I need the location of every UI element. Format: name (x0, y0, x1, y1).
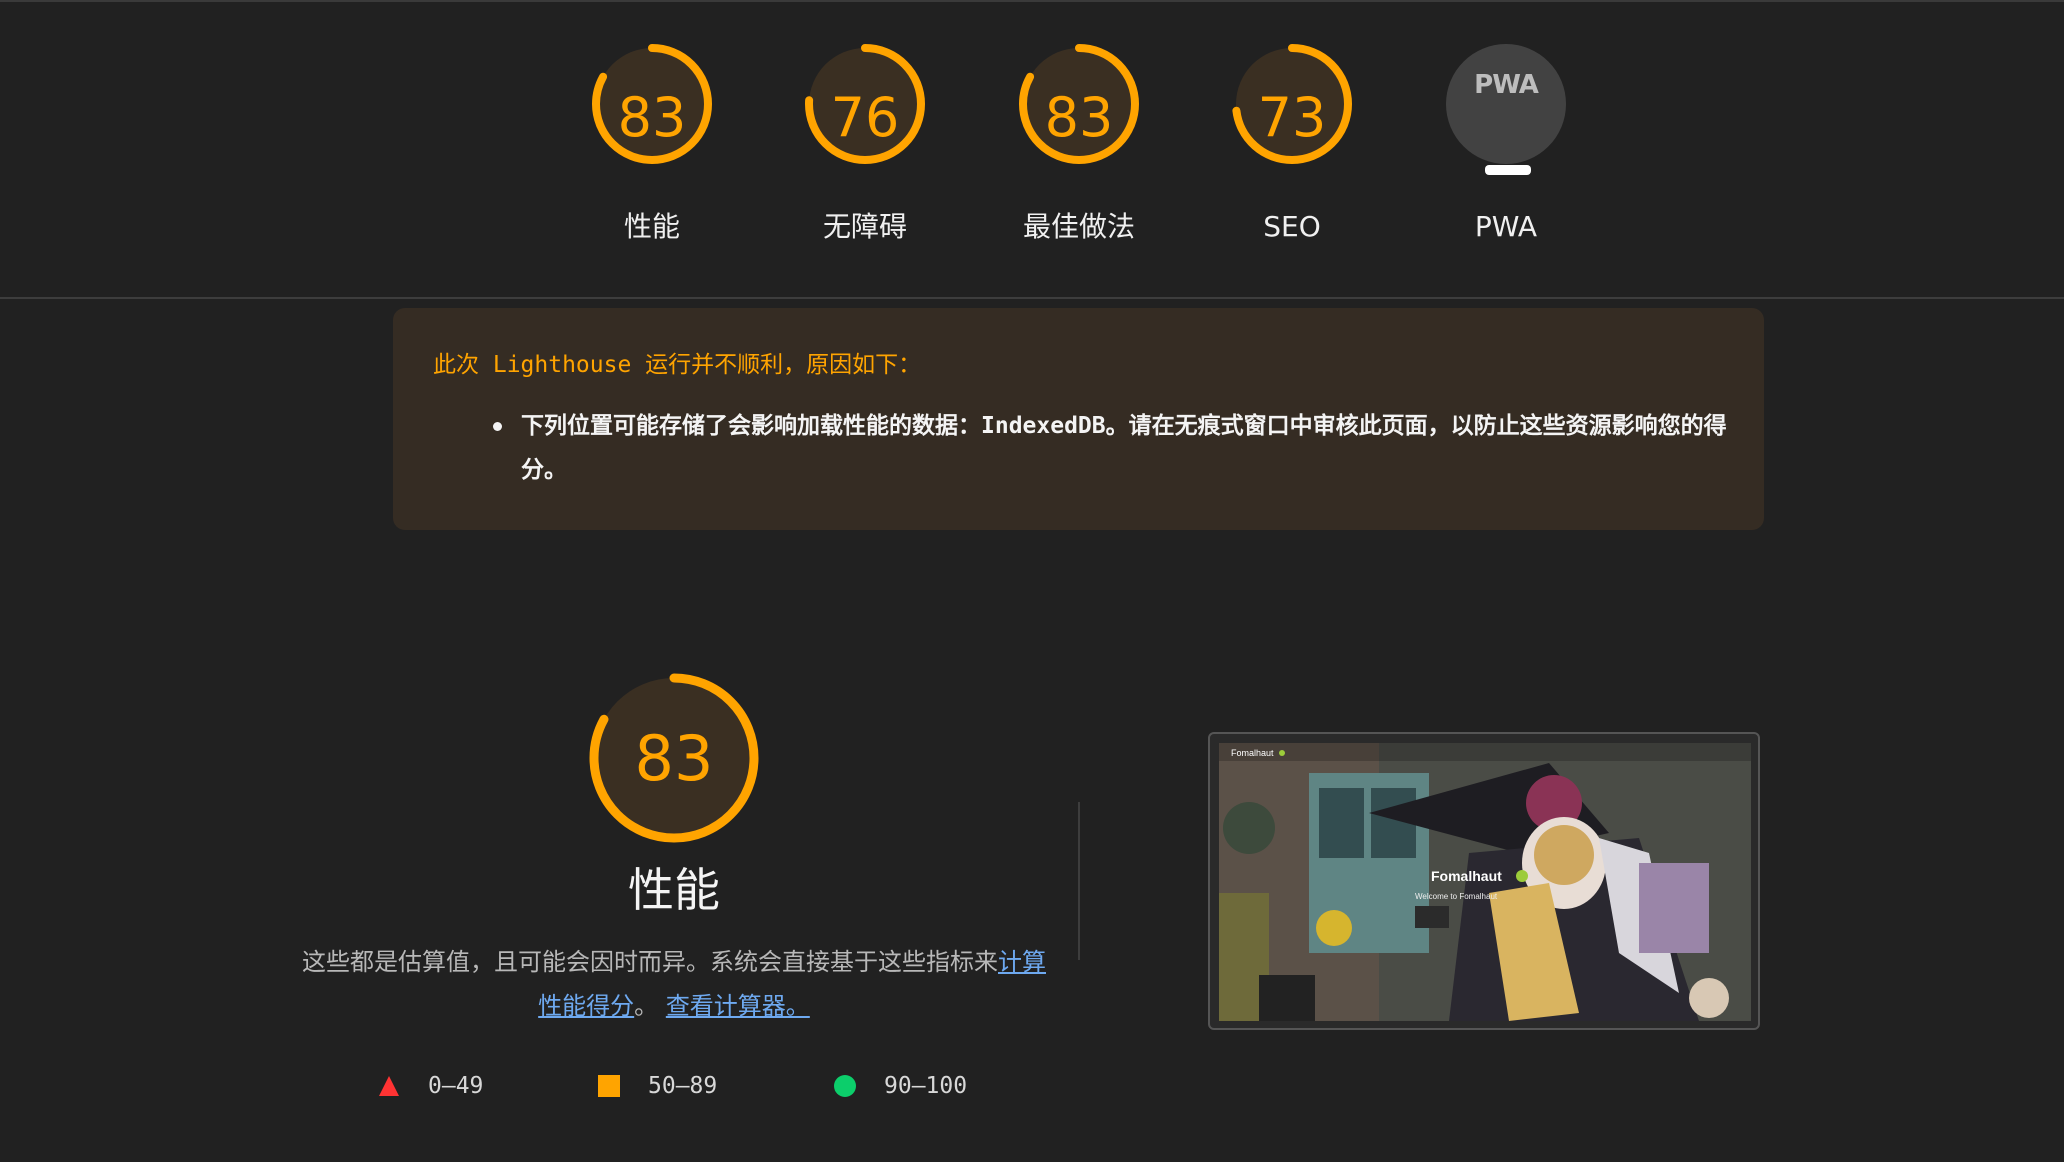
square-icon (598, 1075, 620, 1097)
gauge-label: 无障碍 (822, 210, 907, 243)
gauge-label: PWA (1474, 210, 1538, 243)
view-calculator-link[interactable]: 查看计算器。 (666, 992, 810, 1020)
bullet-icon (493, 422, 502, 431)
warning-item: 下列位置可能存储了会影响加载性能的数据：IndexedDB。请在无痕式窗口中审核… (521, 413, 1727, 483)
screenshot-image: Fomalhaut Fomalhaut Welcome to Fomalhaut (1219, 743, 1751, 1021)
gauge-performance[interactable]: 83 性能 (542, 44, 762, 264)
description-separator: 。 (634, 992, 659, 1020)
gauge-score: 73 (1257, 86, 1327, 149)
pwa-dash-icon (1485, 165, 1531, 175)
gauge-pwa[interactable]: PWA PWA (1396, 44, 1616, 264)
gauge-seo[interactable]: 73 SEO (1182, 44, 1402, 264)
site-name-small: Fomalhaut (1231, 748, 1274, 758)
legend-range: 0–49 (428, 1073, 484, 1099)
pwa-badge-logo: PWA (1474, 70, 1539, 100)
triangle-icon (379, 1076, 399, 1096)
gauge-best-practices[interactable]: 83 最佳做法 (969, 44, 1189, 264)
category-gauges-bar: 83 性能 76 无障碍 83 最佳做法 73 SEO PWA PWA (0, 0, 2064, 299)
circle-icon (834, 1075, 856, 1097)
gauge-accessibility[interactable]: 76 无障碍 (755, 44, 975, 264)
legend-range: 50–89 (648, 1073, 718, 1099)
legend-average: 50–89 (598, 1066, 717, 1106)
performance-description: 这些都是估算值，且可能会因时而异。系统会直接基于这些指标来计算性能得分。 查看计… (300, 940, 1048, 1028)
performance-gauge: 83 (588, 672, 760, 844)
gauge-score: 76 (830, 86, 900, 149)
performance-title: 性能 (628, 863, 720, 917)
site-subtitle: Welcome to Fomalhaut (1415, 892, 1498, 901)
screenshot-illustration: Fomalhaut Fomalhaut Welcome to Fomalhaut (1219, 743, 1751, 1021)
legend-range: 90–100 (884, 1073, 968, 1099)
site-title: Fomalhaut (1431, 868, 1502, 884)
description-text: 这些都是估算值，且可能会因时而异。系统会直接基于这些指标来 (302, 948, 998, 976)
warning-title: 此次 Lighthouse 运行并不顺利，原因如下： (433, 352, 922, 378)
pwa-badge-circle (1446, 44, 1566, 164)
gauge-score: 83 (1044, 86, 1114, 149)
legend-fail: 0–49 (378, 1066, 483, 1106)
final-screenshot-thumbnail[interactable]: Fomalhaut Fomalhaut Welcome to Fomalhaut (1208, 732, 1760, 1030)
gauge-label: 性能 (623, 210, 680, 243)
legend-pass: 90–100 (834, 1066, 967, 1106)
vertical-divider (1078, 802, 1080, 960)
run-warning-box: 此次 Lighthouse 运行并不顺利，原因如下： 下列位置可能存储了会影响加… (393, 308, 1764, 530)
gauge-label: 最佳做法 (1022, 210, 1135, 243)
gauge-label: SEO (1263, 210, 1321, 243)
gauge-score: 83 (617, 86, 687, 149)
performance-score: 83 (634, 722, 714, 795)
